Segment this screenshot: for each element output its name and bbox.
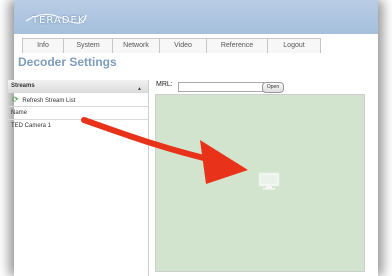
tab-video[interactable]: Video — [159, 38, 207, 53]
mrl-label: MRL: — [156, 81, 173, 88]
refresh-icon: ⟳ — [12, 95, 19, 104]
open-button[interactable]: Open — [262, 82, 284, 93]
refresh-label: Refresh Stream List — [22, 98, 76, 104]
logo-text: TERADEK — [32, 15, 86, 26]
column-header-name[interactable]: Name — [8, 107, 148, 120]
streams-header[interactable]: Streams ▲ — [8, 80, 148, 93]
tab-network[interactable]: Network — [112, 38, 160, 53]
nav-tabs: Info System Network Video Reference Logo… — [22, 38, 321, 53]
tab-reference[interactable]: Reference — [206, 38, 268, 53]
streams-panel: Streams ▲ ⟳ Refresh Stream List Name TED… — [8, 80, 149, 276]
tab-system[interactable]: System — [63, 38, 113, 53]
tab-info[interactable]: Info — [22, 38, 64, 53]
monitor-icon — [258, 172, 280, 190]
streams-header-label: Streams — [11, 83, 35, 89]
header-bar: TERADEK — [14, 0, 378, 34]
stream-list-item[interactable]: TED Camera 1 — [8, 120, 148, 132]
teradek-logo: TERADEK — [24, 9, 88, 27]
mrl-input[interactable] — [178, 82, 264, 92]
tab-logout[interactable]: Logout — [267, 38, 321, 53]
page-title: Decoder Settings — [18, 55, 117, 69]
refresh-stream-list-button[interactable]: ⟳ Refresh Stream List — [8, 93, 148, 107]
